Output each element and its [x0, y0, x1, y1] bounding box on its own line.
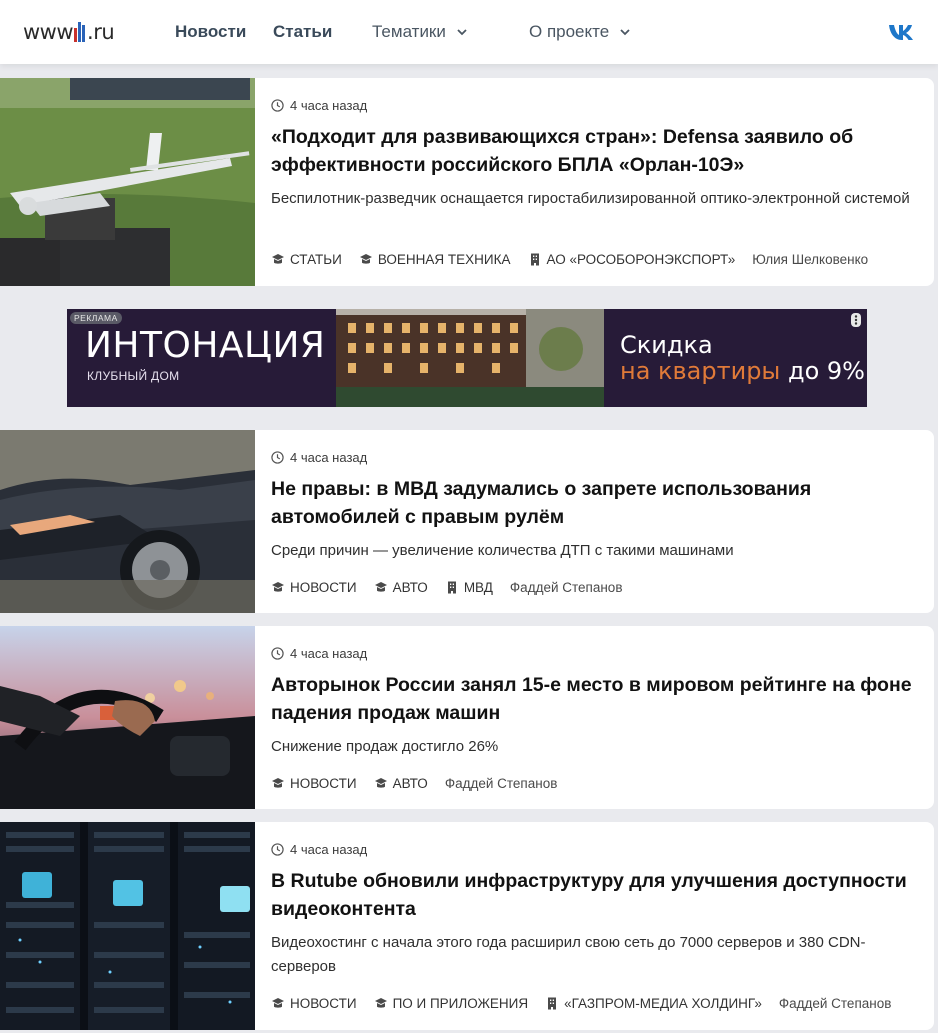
nav-news[interactable]: Новости	[175, 22, 246, 42]
ad-label: РЕКЛАМА	[70, 312, 122, 324]
ad-promo-rest: до 9%	[780, 357, 865, 385]
tag-label: АВТО	[392, 580, 428, 595]
tag-label: НОВОСТИ	[290, 580, 357, 595]
tag-label: ПО И ПРИЛОЖЕНИЯ	[392, 996, 529, 1011]
ad-promo-accent: на квартиры	[620, 357, 781, 385]
graduation-cap-icon	[272, 254, 284, 264]
article-title[interactable]: Не правы: в МВД задумались о запрете исп…	[271, 475, 918, 531]
tag-label: ВОЕННАЯ ТЕХНИКА	[377, 252, 511, 267]
timestamp-text: 4 часа назад	[290, 98, 368, 113]
nav-topics-label: Тематики	[372, 22, 446, 41]
article-tags: НОВОСТИ ПО И ПРИЛОЖЕНИЯ «ГАЗПРОМ-МЕДИА Х…	[271, 996, 908, 1011]
author-link[interactable]: Фаддей Степанов	[445, 776, 558, 791]
clock-icon	[271, 647, 284, 660]
tag-link[interactable]: СТАТЬИ	[271, 252, 342, 267]
tag-link[interactable]: ПО И ПРИЛОЖЕНИЯ	[374, 996, 529, 1011]
article-image[interactable]	[0, 78, 255, 286]
article-card[interactable]: 4 часа назад Авторынок России занял 15-е…	[0, 626, 934, 809]
tag-link[interactable]: НОВОСТИ	[271, 776, 357, 791]
graduation-cap-icon	[272, 778, 284, 788]
ad-subtitle: КЛУБНЫЙ ДОМ	[87, 369, 180, 383]
timestamp-text: 4 часа назад	[290, 450, 368, 465]
article-image[interactable]	[0, 430, 255, 613]
article-tags: НОВОСТИ АВТО Фаддей Степанов	[271, 776, 574, 791]
article-card[interactable]: 4 часа назад В Rutube обновили инфрастру…	[0, 822, 934, 1030]
nav-about-dropdown[interactable]: О проекте	[529, 22, 631, 42]
clock-icon	[271, 451, 284, 464]
article-image[interactable]	[0, 626, 255, 809]
article-lead: Беспилотник-разведчик оснащается гироста…	[271, 190, 910, 207]
author-link[interactable]: Юлия Шелковенко	[752, 252, 868, 267]
clock-icon	[271, 99, 284, 112]
nav-about-label: О проекте	[529, 22, 610, 41]
nav-articles[interactable]: Статьи	[273, 22, 332, 42]
article-lead: Снижение продаж достигло 26%	[271, 738, 499, 755]
site-logo[interactable]: www .ru	[23, 20, 115, 44]
article-title[interactable]: В Rutube обновили инфраструктуру для улу…	[271, 867, 918, 923]
building-icon	[530, 253, 539, 266]
article-card[interactable]: 4 часа назад Не правы: в МВД задумались …	[0, 430, 934, 613]
article-tags: НОВОСТИ АВТО МВД Фаддей Степанов	[271, 580, 640, 595]
graduation-cap-icon	[272, 582, 284, 592]
org-label: «ГАЗПРОМ-МЕДИА ХОЛДИНГ»	[564, 996, 762, 1011]
tag-link[interactable]: АВТО	[374, 776, 428, 791]
article-title[interactable]: «Подходит для развивающихся стран»: Defe…	[271, 123, 918, 179]
tag-link[interactable]: АВТО	[374, 580, 428, 595]
logo-prefix: www	[23, 20, 74, 44]
clock-icon	[271, 843, 284, 856]
tag-label: НОВОСТИ	[290, 996, 357, 1011]
vk-icon[interactable]	[887, 20, 917, 44]
ad-banner[interactable]: РЕКЛАМА ИНТОНАЦИЯ КЛУБНЫЙ ДОМ Скидка на …	[67, 309, 867, 407]
org-link[interactable]: МВД	[445, 580, 493, 595]
tag-link[interactable]: НОВОСТИ	[271, 580, 357, 595]
building-icon	[548, 997, 557, 1010]
ad-promo-line2: на квартиры до 9%	[620, 357, 865, 385]
author-link[interactable]: Фаддей Степанов	[510, 580, 623, 595]
tag-label: АВТО	[392, 776, 428, 791]
org-label: МВД	[463, 580, 493, 595]
site-header: www .ru Новости Статьи Тематики О проект…	[0, 0, 938, 64]
nav-topics-dropdown[interactable]: Тематики	[372, 22, 468, 42]
ad-promo-line1: Скидка	[620, 331, 713, 359]
graduation-cap-icon	[359, 254, 372, 264]
tag-link[interactable]: НОВОСТИ	[271, 996, 357, 1011]
org-link[interactable]: «ГАЗПРОМ-МЕДИА ХОЛДИНГ»	[545, 996, 762, 1011]
author-link[interactable]: Фаддей Степанов	[779, 996, 892, 1011]
tag-label: СТАТЬИ	[290, 252, 342, 267]
ad-brand: ИНТОНАЦИЯ	[85, 325, 326, 366]
article-timestamp: 4 часа назад	[271, 842, 367, 857]
building-icon	[447, 581, 456, 594]
article-tags: СТАТЬИ ВОЕННАЯ ТЕХНИКА АО «РОСОБОРОНЭКСП…	[271, 252, 885, 267]
org-link[interactable]: АО «РОСОБОРОНЭКСПОРТ»	[528, 252, 736, 267]
article-image[interactable]	[0, 822, 255, 1030]
article-card[interactable]: 4 часа назад «Подходит для развивающихся…	[0, 78, 934, 286]
graduation-cap-icon	[374, 778, 387, 788]
graduation-cap-icon	[374, 998, 387, 1008]
article-timestamp: 4 часа назад	[271, 450, 367, 465]
article-title[interactable]: Авторынок России занял 15-е место в миро…	[271, 671, 918, 727]
graduation-cap-icon	[374, 582, 387, 592]
article-lead: Среди причин — увеличение количества ДТП…	[271, 542, 734, 559]
graduation-cap-icon	[272, 998, 284, 1008]
article-timestamp: 4 часа назад	[271, 646, 367, 661]
ad-menu-icon[interactable]	[851, 313, 861, 327]
article-lead: Видеохостинг с начала этого года расшири…	[271, 934, 866, 975]
ad-photo	[336, 309, 604, 407]
logo-mark-icon	[74, 22, 86, 42]
tag-link[interactable]: ВОЕННАЯ ТЕХНИКА	[359, 252, 511, 267]
chevron-down-icon	[620, 29, 630, 36]
timestamp-text: 4 часа назад	[290, 842, 368, 857]
chevron-down-icon	[457, 29, 467, 36]
tag-label: НОВОСТИ	[290, 776, 357, 791]
timestamp-text: 4 часа назад	[290, 646, 368, 661]
logo-suffix: .ru	[87, 20, 115, 44]
org-label: АО «РОСОБОРОНЭКСПОРТ»	[546, 252, 736, 267]
article-timestamp: 4 часа назад	[271, 98, 367, 113]
